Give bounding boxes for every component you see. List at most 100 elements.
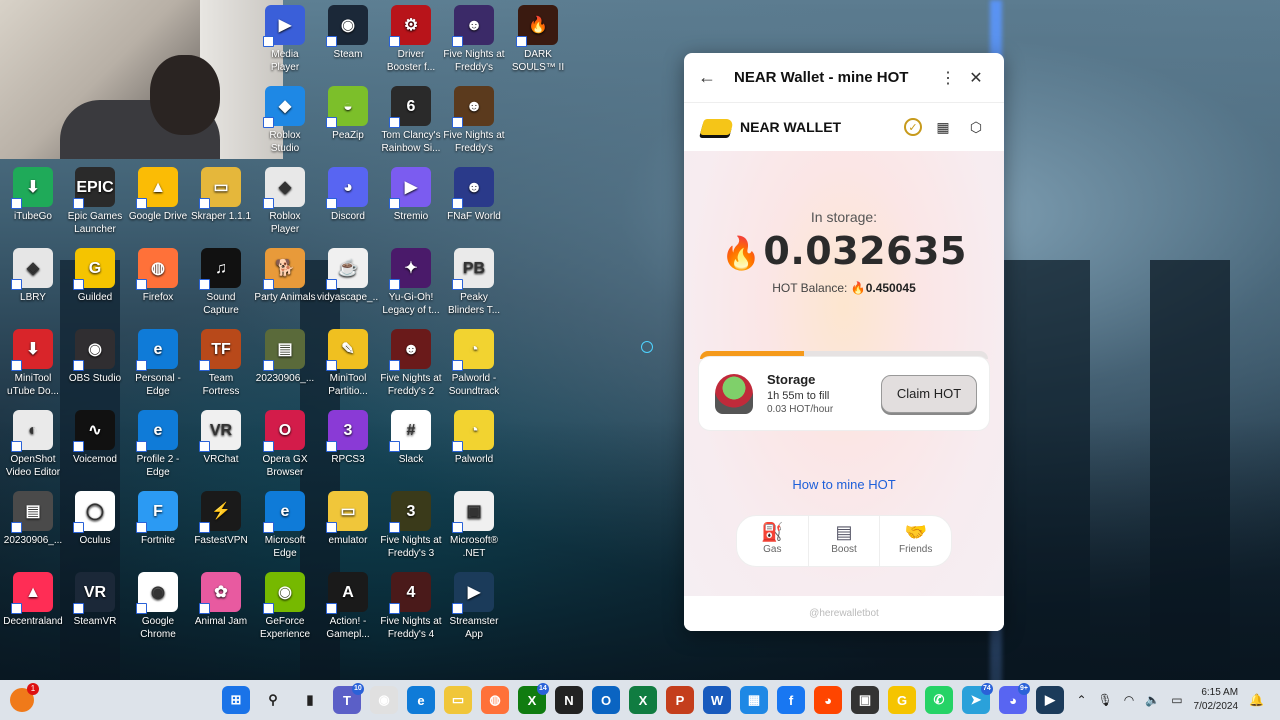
clock[interactable]: 6:15 AM 7/02/2024: [1194, 686, 1239, 714]
desktop-icon[interactable]: ▶ Stremio: [380, 167, 442, 223]
desktop-icon[interactable]: ◐ OpenShot Video Editor: [2, 410, 64, 479]
desktop-icon[interactable]: ⚙ Driver Booster f...: [380, 5, 442, 74]
desktop-icon[interactable]: ⬇ MiniTool uTube Do...: [2, 329, 64, 398]
desktop-icon[interactable]: ◉ Steam: [317, 5, 379, 61]
telegram-icon[interactable]: ➤ 74: [962, 683, 993, 714]
desktop-icon[interactable]: ▲ Decentraland: [2, 572, 64, 628]
desktop-icon[interactable]: ✦ Yu-Gi-Oh! Legacy of t...: [380, 248, 442, 317]
desktop-icon[interactable]: ✎ MiniTool Partitio...: [317, 329, 379, 398]
desktop-icon[interactable]: VR VRChat: [190, 410, 252, 466]
search-icon[interactable]: ⚲: [259, 686, 287, 714]
streamster-icon[interactable]: ▶: [1036, 686, 1064, 714]
qr-code-icon[interactable]: ▦: [931, 115, 955, 139]
whatsapp-icon[interactable]: ✆: [925, 686, 953, 714]
desktop-icon[interactable]: VR SteamVR: [64, 572, 126, 628]
desktop-icon[interactable]: e Personal - Edge: [127, 329, 189, 398]
notifications-bell-icon[interactable]: 🔔: [1249, 693, 1264, 707]
desktop-icon[interactable]: ◍ Firefox: [127, 248, 189, 304]
excel-icon[interactable]: X: [629, 686, 657, 714]
settings-hex-icon[interactable]: ⬡: [964, 115, 988, 139]
desktop-icon[interactable]: F Fortnite: [127, 491, 189, 547]
how-to-mine-link[interactable]: How to mine HOT: [684, 477, 1004, 492]
battery-icon[interactable]: ▭: [1171, 693, 1182, 707]
desktop-icon[interactable]: ▤ 20230906_...: [2, 491, 64, 547]
reddit-icon[interactable]: ◕: [814, 686, 842, 714]
desktop-icon[interactable]: ◉ OBS Studio: [64, 329, 126, 385]
store-icon[interactable]: ▣: [851, 686, 879, 714]
desktop-icon[interactable]: ▶ Media Player: [254, 5, 316, 74]
file-explorer-icon[interactable]: ▭: [444, 686, 472, 714]
edge-icon[interactable]: e: [407, 686, 435, 714]
desktop-icon[interactable]: 🔥 DARK SOULS™ II: [507, 5, 569, 74]
desktop-icon[interactable]: ⬇ iTubeGo: [2, 167, 64, 223]
desktop-icon[interactable]: 3 RPCS3: [317, 410, 379, 466]
chevron-up-icon[interactable]: ⌃: [1076, 693, 1086, 707]
desktop-icon[interactable]: ◉ GeForce Experience: [254, 572, 316, 641]
desktop-icon[interactable]: ☻Five Nights at Freddy's Sist...: [443, 5, 505, 74]
desktop-icon[interactable]: ◆ Roblox Player: [254, 167, 316, 236]
desktop-icon[interactable]: ▶ Streamster App: [443, 572, 505, 641]
teams-icon[interactable]: T 10: [333, 683, 364, 714]
desktop-icon[interactable]: 3 Five Nights at Freddy's 3: [380, 491, 442, 560]
tab-gas[interactable]: ⛽ Gas: [737, 516, 809, 566]
desktop-icon[interactable]: G Guilded: [64, 248, 126, 304]
desktop-icon[interactable]: ▭ emulator: [317, 491, 379, 547]
verified-badge-icon[interactable]: ✓: [904, 118, 922, 136]
desktop-icon[interactable]: PB Peaky Blinders T...: [443, 248, 505, 317]
powerpoint-icon[interactable]: P: [666, 686, 694, 714]
desktop-icon[interactable]: ◔ Palworld - Soundtrack: [443, 329, 505, 398]
discord-icon[interactable]: ◕ 9+: [999, 683, 1030, 714]
desktop-icon[interactable]: ◒ PeaZip: [317, 86, 379, 142]
desktop-icon[interactable]: ♫ Sound Capture: [190, 248, 252, 317]
desktop-icon-label: Profile 2 - Edge: [136, 454, 180, 478]
xbox-icon[interactable]: X 14: [518, 683, 549, 714]
desktop-icon[interactable]: e Profile 2 - Edge: [127, 410, 189, 479]
tab-boost[interactable]: ▤ Boost: [809, 516, 881, 566]
desktop-icon[interactable]: ◯ Oculus: [64, 491, 126, 547]
desktop-icon[interactable]: # Slack: [380, 410, 442, 466]
desktop-icon[interactable]: ☻ Five Nights at Freddy's 2: [380, 329, 442, 398]
desktop-icon[interactable]: ✿ Animal Jam: [190, 572, 252, 628]
chrome-icon[interactable]: ◉: [370, 686, 398, 714]
firefox-icon[interactable]: ◍: [481, 686, 509, 714]
desktop-icon[interactable]: ▭ Skraper 1.1.1: [190, 167, 252, 223]
word-icon[interactable]: W: [703, 686, 731, 714]
desktop-icon[interactable]: ☻ Five Nights at Freddy's: [443, 86, 505, 155]
calculator-icon[interactable]: ▦: [740, 686, 768, 714]
desktop-icon[interactable]: ◆ Roblox Studio: [254, 86, 316, 155]
desktop-icon[interactable]: ◔ Palworld: [443, 410, 505, 466]
desktop-icon[interactable]: TFTeam Fortress 2: [190, 329, 252, 398]
microphone-icon[interactable]: 🎙: [1098, 693, 1113, 707]
desktop-icon[interactable]: ◈ LBRY: [2, 248, 64, 304]
desktop-icon[interactable]: ◉ Google Chrome: [127, 572, 189, 641]
task-view-icon[interactable]: ▮: [296, 686, 324, 714]
desktop-icon[interactable]: ◕ Discord: [317, 167, 379, 223]
tab-friends[interactable]: 🤝 Friends: [880, 516, 951, 566]
desktop-icon[interactable]: ∿ Voicemod: [64, 410, 126, 466]
outlook-icon[interactable]: O: [592, 686, 620, 714]
notion-icon[interactable]: N: [555, 686, 583, 714]
desktop-icon[interactable]: ▣ Microsoft® .NET: [443, 491, 505, 560]
desktop-icon[interactable]: EPIC Epic Games Launcher: [64, 167, 126, 236]
desktop-icon[interactable]: e Microsoft Edge: [254, 491, 316, 560]
desktop-icon[interactable]: ▲ Google Drive: [127, 167, 189, 223]
desktop-icon[interactable]: A Action! - Gamepl...: [317, 572, 379, 641]
close-icon[interactable]: ✕: [962, 68, 990, 88]
desktop-icon[interactable]: ⚡ FastestVPN: [190, 491, 252, 547]
desktop-icon[interactable]: ☻ FNaF World: [443, 167, 505, 223]
volume-icon[interactable]: 🔈: [1145, 693, 1160, 707]
wifi-icon[interactable]: ◠: [1124, 693, 1134, 707]
claim-hot-button[interactable]: Claim HOT: [881, 374, 977, 413]
back-arrow-icon[interactable]: ←: [698, 67, 734, 88]
weather-widget-icon[interactable]: 1: [10, 683, 39, 712]
desktop-icon[interactable]: 🐕 Party Animals: [254, 248, 316, 304]
more-options-icon[interactable]: ⋮: [934, 68, 962, 88]
windows-start-icon[interactable]: ⊞: [222, 686, 250, 714]
desktop-icon[interactable]: 4 Five Nights at Freddy's 4: [380, 572, 442, 641]
desktop-icon[interactable]: O Opera GX Browser: [254, 410, 316, 479]
desktop-icon[interactable]: ▤ 20230906_...: [254, 329, 316, 385]
guilded-icon[interactable]: G: [888, 686, 916, 714]
desktop-icon[interactable]: 6 Tom Clancy's Rainbow Si...: [380, 86, 442, 155]
desktop-icon[interactable]: ☕ vidyascape_...: [317, 248, 379, 304]
facebook-icon[interactable]: f: [777, 686, 805, 714]
